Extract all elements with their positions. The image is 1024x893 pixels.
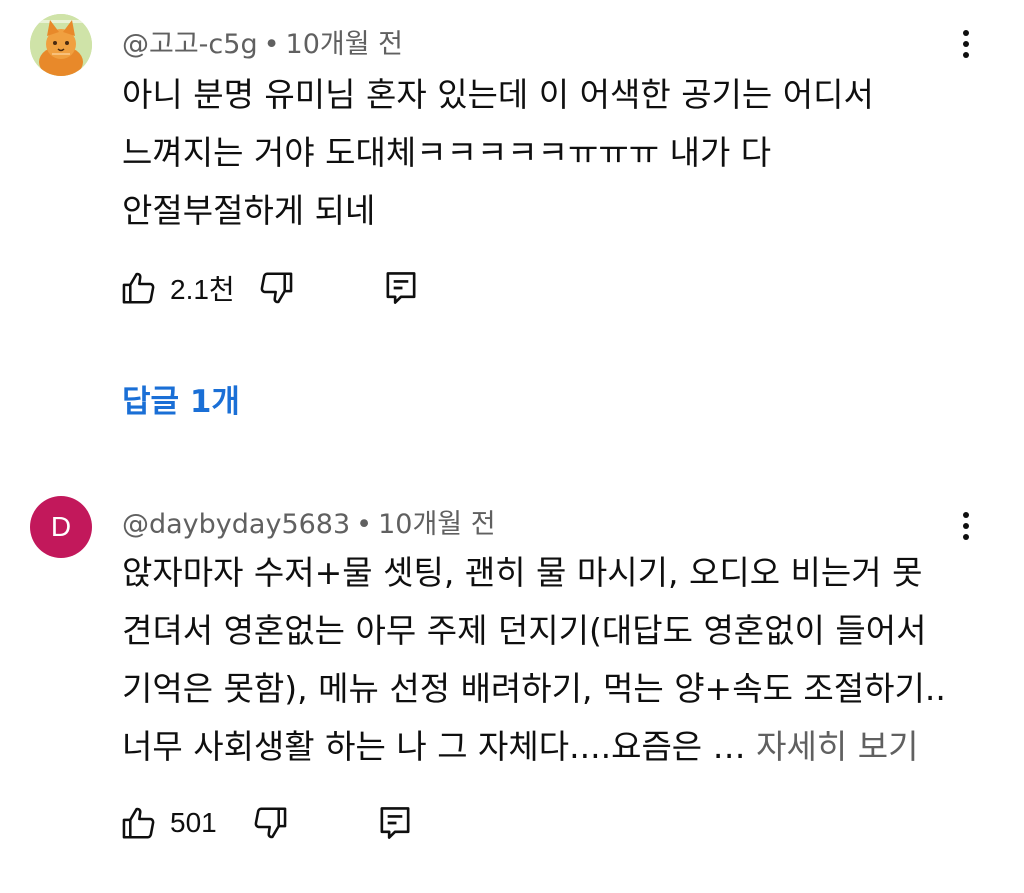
comment-time[interactable]: 10개월 전: [378, 509, 495, 540]
cat-avatar-icon: [30, 14, 92, 76]
comment-line: 기억은 못함), 메뉴 선정 배려하기, 먹는 양+속도 조절하기..: [122, 669, 946, 708]
comment-line: 너무 사회생활 하는 나 그 자체다....요즘은 …: [122, 727, 757, 766]
comment-meta: @daybyday5683 • 10개월 전: [122, 502, 496, 541]
thumb-up-icon: [122, 272, 155, 304]
reply-button[interactable]: [377, 804, 413, 842]
more-options-button[interactable]: [956, 506, 976, 546]
more-options-button[interactable]: [956, 24, 976, 64]
meta-separator: •: [263, 29, 280, 60]
reply-icon: [386, 272, 416, 304]
comment-text: 앉자마자 수저+물 셋팅, 괜히 물 마시기, 오디오 비는거 못 견뎌서 영혼…: [122, 544, 946, 776]
more-vert-icon: [963, 512, 969, 518]
thumb-up-icon: [122, 807, 155, 839]
more-vert-icon: [963, 30, 969, 36]
comment-text: 아니 분명 유미님 혼자 있는데 이 어색한 공기는 어디서 느껴지는 거야 도…: [122, 66, 874, 240]
view-replies-link[interactable]: 답글 1개: [122, 376, 240, 421]
thumb-down-icon: [254, 807, 287, 839]
dislike-button[interactable]: [251, 804, 289, 842]
comment-time[interactable]: 10개월 전: [286, 29, 403, 60]
avatar[interactable]: D: [30, 496, 92, 558]
meta-separator: •: [356, 509, 373, 540]
comment-line: 앉자마자 수저+물 셋팅, 괜히 물 마시기, 오디오 비는거 못: [122, 553, 923, 592]
comment-line: 안절부절하게 되네: [122, 191, 376, 230]
comment-line: 느껴지는 거야 도대체ㅋㅋㅋㅋㅋㅠㅠㅠ 내가 다: [122, 133, 772, 172]
comment-line-last: 너무 사회생활 하는 나 그 자체다....요즘은 … 자세히 보기: [122, 718, 946, 776]
avatar-letter: D: [50, 511, 72, 542]
avatar[interactable]: [30, 14, 92, 76]
comment-meta: @고고-c5g • 10개월 전: [122, 22, 403, 61]
like-button[interactable]: 501: [120, 804, 217, 842]
reply-icon: [380, 807, 410, 839]
comment-line: 견뎌서 영혼없는 아무 주제 던지기(대답도 영혼없이 들어서: [122, 611, 927, 650]
like-button[interactable]: 2.1천: [120, 268, 235, 308]
like-count: 2.1천: [170, 274, 235, 305]
author-name[interactable]: @고고-c5g: [122, 29, 258, 60]
dislike-button[interactable]: [257, 269, 295, 307]
thumb-down-icon: [260, 272, 292, 304]
like-count: 501: [170, 807, 217, 838]
author-name[interactable]: @daybyday5683: [122, 509, 350, 540]
read-more-link[interactable]: 자세히 보기: [756, 727, 918, 766]
comment-line: 아니 분명 유미님 혼자 있는데 이 어색한 공기는 어디서: [122, 75, 874, 114]
reply-button[interactable]: [383, 269, 419, 307]
comment-actions: 2.1천: [120, 266, 419, 310]
comment-actions: 501: [120, 801, 413, 845]
